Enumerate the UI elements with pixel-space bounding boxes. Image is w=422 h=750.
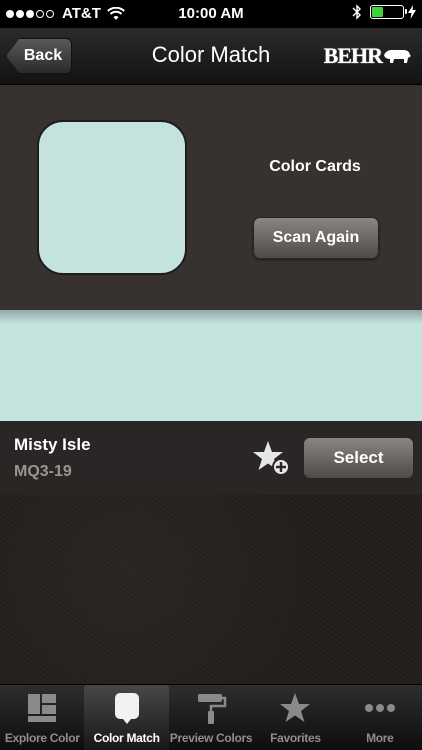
navigation-bar: Back Color Match BEHR (0, 28, 422, 85)
scanned-color-swatch (37, 120, 187, 275)
color-name: Misty Isle (14, 435, 91, 454)
status-bar: AT&T 10:00 AM (0, 0, 422, 28)
band-shadow (0, 310, 422, 324)
match-panel: Color Cards Scan Again (0, 85, 422, 311)
tab-label: Favorites (270, 731, 321, 745)
tab-label: Preview Colors (169, 731, 253, 745)
bear-logo-icon (384, 49, 411, 63)
tab-label: Explore Color (4, 731, 80, 745)
color-code: MQ3-19 (14, 463, 72, 480)
select-button[interactable]: Select (303, 437, 414, 479)
more-dots-icon (364, 704, 395, 712)
tab-more[interactable]: More (338, 685, 422, 750)
color-match-icon (114, 693, 139, 724)
color-info-row: Misty Isle MQ3-19 Select (0, 421, 422, 496)
paint-roller-icon (198, 694, 227, 724)
tab-label: Color Match (93, 731, 160, 745)
app-screen: AT&T 10:00 AM Back Color Match BEHR Colo… (0, 0, 422, 750)
color-cards-label[interactable]: Color Cards (250, 158, 380, 176)
scan-again-button[interactable]: Scan Again (253, 217, 379, 259)
star-icon (280, 693, 311, 722)
battery-level (372, 7, 384, 17)
matched-color-band (0, 310, 422, 421)
tab-preview-colors[interactable]: Preview Colors (169, 685, 253, 750)
charging-icon (408, 5, 416, 19)
bluetooth-icon (352, 4, 361, 20)
brand-name: BEHR (323, 43, 383, 68)
tab-color-match[interactable]: Color Match (84, 685, 169, 750)
explore-color-icon (28, 694, 57, 722)
brand-logo: BEHR (324, 43, 412, 69)
leather-background (0, 495, 422, 684)
star-add-icon[interactable] (252, 440, 290, 476)
tab-explore-color[interactable]: Explore Color (0, 685, 84, 750)
tab-bar: Explore Color Color Match Preview Colors… (0, 684, 422, 750)
tab-favorites[interactable]: Favorites (253, 685, 337, 750)
tab-label: More (366, 731, 394, 745)
battery-icon (370, 5, 407, 19)
status-right (352, 4, 416, 20)
